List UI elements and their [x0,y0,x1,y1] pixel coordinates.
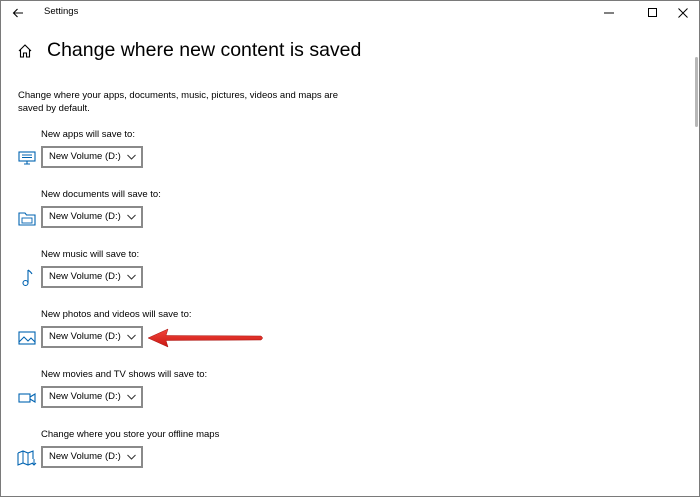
setting-label-movies: New movies and TV shows will save to: [41,369,208,380]
home-icon[interactable] [17,43,33,59]
maximize-icon [648,8,657,17]
minimize-icon [604,12,614,14]
setting-label-apps: New apps will save to: [41,129,135,140]
dropdown-value: New Volume (D:) [49,391,121,402]
setting-label-music: New music will save to: [41,249,140,260]
setting-apps: New apps will save to: New Volume (D:) [1,129,401,189]
title-bar: Settings [1,1,699,25]
photo-icon [17,328,37,348]
maps-location-dropdown[interactable]: New Volume (D:) [41,446,143,468]
movies-location-dropdown[interactable]: New Volume (D:) [41,386,143,408]
map-icon [17,448,37,468]
dropdown-value: New Volume (D:) [49,271,121,282]
page-description: Change where your apps, documents, music… [18,90,338,114]
scrollbar-thumb[interactable] [695,57,698,127]
page-title: Change where new content is saved [47,39,362,61]
setting-movies: New movies and TV shows will save to: Ne… [1,369,401,429]
chevron-down-icon [127,394,136,400]
chevron-down-icon [127,214,136,220]
apps-location-dropdown[interactable]: New Volume (D:) [41,146,143,168]
setting-maps: Change where you store your offline maps… [1,429,401,489]
music-note-icon [17,268,37,288]
chevron-down-icon [127,454,136,460]
window-title: Settings [44,6,79,17]
back-button[interactable] [1,1,35,25]
close-icon [678,8,688,18]
dropdown-value: New Volume (D:) [49,451,121,462]
music-location-dropdown[interactable]: New Volume (D:) [41,266,143,288]
close-button[interactable] [665,1,700,25]
dropdown-value: New Volume (D:) [49,211,121,222]
photos-location-dropdown[interactable]: New Volume (D:) [41,326,143,348]
back-arrow-icon [12,8,23,18]
scrollbar[interactable] [695,25,699,495]
setting-music: New music will save to: New Volume (D:) [1,249,401,309]
minimize-button[interactable] [591,1,627,25]
setting-label-documents: New documents will save to: [41,189,161,200]
chevron-down-icon [127,334,136,340]
setting-documents: New documents will save to: New Volume (… [1,189,401,249]
video-camera-icon [17,388,37,408]
chevron-down-icon [127,154,136,160]
annotation-arrow-icon [147,328,263,348]
folder-icon [17,208,37,228]
dropdown-value: New Volume (D:) [49,331,121,342]
documents-location-dropdown[interactable]: New Volume (D:) [41,206,143,228]
dropdown-value: New Volume (D:) [49,151,121,162]
chevron-down-icon [127,274,136,280]
monitor-icon [17,148,37,168]
setting-label-maps: Change where you store your offline maps [41,429,220,440]
settings-window: Settings Change where new content is sav… [0,0,700,497]
setting-label-photos: New photos and videos will save to: [41,309,192,320]
